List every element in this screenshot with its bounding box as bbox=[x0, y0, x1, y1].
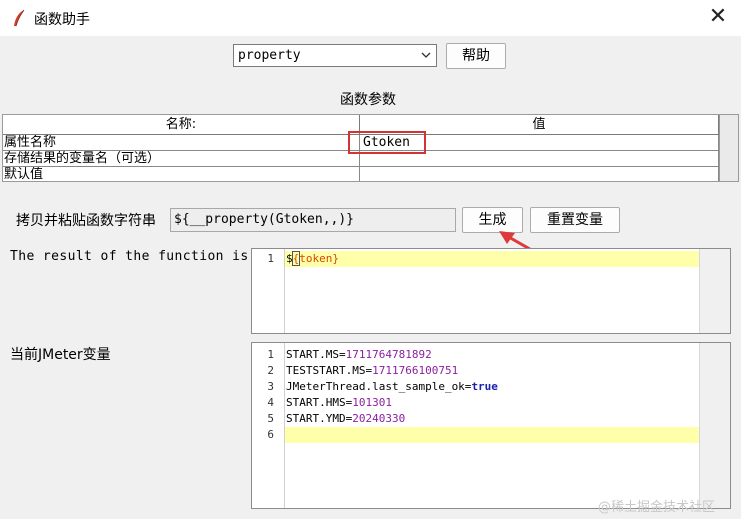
code-text: token bbox=[299, 252, 333, 265]
param-name-cell[interactable]: 存储结果的变量名（可选） bbox=[3, 151, 360, 167]
feather-icon bbox=[14, 9, 25, 27]
var-value: 20240330 bbox=[352, 412, 406, 425]
code-line: JMeterThread.last_sample_ok=true bbox=[286, 380, 498, 393]
var-key: JMeterThread.last_sample_ok= bbox=[286, 380, 472, 393]
var-value: 1711764781892 bbox=[345, 348, 432, 361]
var-key: START.MS= bbox=[286, 348, 346, 361]
editor-scrollbar[interactable] bbox=[699, 343, 730, 508]
var-value: true bbox=[471, 380, 498, 393]
column-header-name[interactable]: 名称: bbox=[3, 115, 360, 135]
current-line-highlight bbox=[285, 427, 700, 443]
annotation-highlight-box bbox=[348, 131, 426, 154]
title-bar bbox=[0, 0, 741, 36]
result-label: The result of the function is bbox=[10, 249, 249, 264]
code-line: TESTSTART.MS=1711766100751 bbox=[286, 364, 458, 377]
close-icon[interactable]: ✕ bbox=[705, 5, 731, 31]
line-number: 5 bbox=[267, 412, 274, 425]
param-name-cell[interactable]: 默认值 bbox=[3, 167, 360, 181]
current-line-highlight bbox=[285, 251, 700, 267]
line-number: 1 bbox=[267, 252, 274, 265]
param-value-cell[interactable] bbox=[360, 167, 719, 181]
jmeter-variables-editor[interactable]: 1 START.MS=1711764781892 2 TESTSTART.MS=… bbox=[251, 342, 731, 509]
line-number: 4 bbox=[267, 396, 274, 409]
line-number: 6 bbox=[267, 428, 274, 441]
help-button[interactable]: 帮助 bbox=[446, 43, 506, 69]
code-line: ${token} bbox=[286, 251, 339, 266]
params-section-title: 函数参数 bbox=[340, 92, 396, 108]
window-title: 函数助手 bbox=[34, 12, 90, 28]
param-name-cell[interactable]: 属性名称 bbox=[3, 135, 360, 151]
jmeter-variables-label: 当前JMeter变量 bbox=[10, 347, 111, 363]
line-number: 3 bbox=[267, 380, 274, 393]
params-scrollbar[interactable] bbox=[719, 115, 738, 181]
function-select[interactable]: property bbox=[233, 44, 437, 67]
var-value: 101301 bbox=[352, 396, 392, 409]
editor-scrollbar[interactable] bbox=[699, 249, 730, 333]
chevron-down-icon bbox=[421, 52, 431, 58]
var-value: 1711766100751 bbox=[372, 364, 459, 377]
var-key: START.YMD= bbox=[286, 412, 353, 425]
function-string-field[interactable]: ${__property(Gtoken,,)} bbox=[170, 208, 456, 232]
copy-string-label: 拷贝并粘贴函数字符串 bbox=[16, 213, 156, 229]
code-line: START.HMS=101301 bbox=[286, 396, 392, 409]
line-number: 1 bbox=[267, 348, 274, 361]
code-brace: } bbox=[332, 252, 339, 265]
line-number: 2 bbox=[267, 364, 274, 377]
function-select-value: property bbox=[238, 48, 301, 63]
var-key: TESTSTART.MS= bbox=[286, 364, 373, 377]
watermark: @稀土掘金技术社区 bbox=[598, 500, 716, 515]
var-key: START.HMS= bbox=[286, 396, 353, 409]
result-editor[interactable]: 1 ${token} bbox=[251, 248, 731, 334]
code-line: START.MS=1711764781892 bbox=[286, 348, 432, 361]
code-text: $ bbox=[286, 252, 293, 265]
code-line: START.YMD=20240330 bbox=[286, 412, 405, 425]
